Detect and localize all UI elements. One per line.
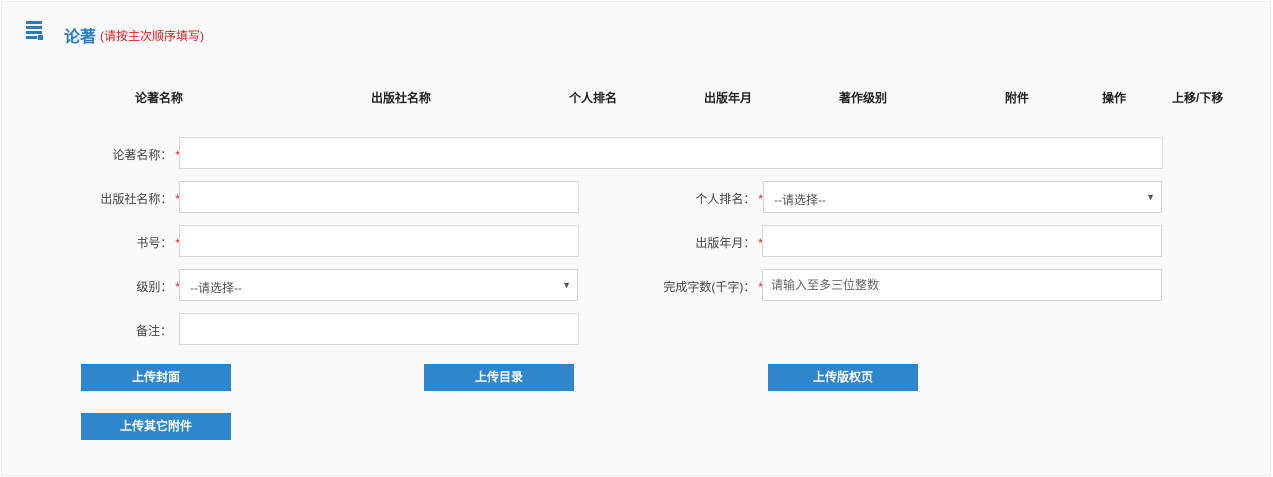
level-select[interactable]: --请选择-- ▼ (179, 269, 578, 301)
col-move: 上移/下移 (1172, 91, 1224, 105)
col-rank: 个人排名 (569, 91, 618, 105)
book-no-label: 书号： * (136, 236, 180, 250)
remark-label: 备注： (135, 324, 172, 338)
book-no-field[interactable] (179, 225, 579, 257)
section-title: 论著 (64, 29, 97, 46)
upload-cover-button[interactable]: 上传封面 (81, 364, 231, 391)
work-name-input[interactable] (180, 138, 1162, 168)
rank-select[interactable]: --请选择-- ▼ (763, 181, 1162, 213)
publisher-input[interactable] (180, 182, 578, 212)
col-pub-date: 出版年月 (704, 91, 753, 105)
word-count-field[interactable] (762, 269, 1162, 301)
col-publisher: 出版社名称 (371, 91, 432, 105)
level-label: 级别： * (136, 280, 180, 294)
remark-input[interactable] (180, 314, 578, 344)
level-select-value: --请选择-- (190, 281, 242, 295)
work-name-label: 论著名称： * (112, 148, 180, 162)
remark-field[interactable] (179, 313, 579, 345)
list-icon (26, 21, 43, 40)
rank-select-value: --请选择-- (774, 193, 826, 207)
col-work-name: 论著名称 (135, 91, 184, 105)
upload-other-button[interactable]: 上传其它附件 (81, 413, 231, 440)
works-panel: 论著 (请按主次顺序填写) 论著名称 出版社名称 个人排名 出版年月 著作级别 … (1, 1, 1271, 476)
col-action: 操作 (1102, 91, 1127, 105)
word-count-label: 完成字数(千字)： * (663, 280, 763, 294)
publisher-label: 出版社名称： * (100, 192, 180, 206)
word-count-input[interactable] (763, 270, 1161, 300)
rank-label: 个人排名： * (695, 192, 763, 206)
pub-date-input[interactable] (763, 226, 1161, 256)
upload-copyright-button[interactable]: 上传版权页 (768, 364, 918, 391)
section-subtitle: (请按主次顺序填写) (100, 29, 204, 43)
chevron-down-icon: ▼ (562, 280, 571, 290)
col-level: 著作级别 (839, 91, 888, 105)
pub-date-label: 出版年月： * (695, 236, 763, 250)
upload-toc-button[interactable]: 上传目录 (424, 364, 574, 391)
col-attachment: 附件 (1005, 91, 1030, 105)
book-no-input[interactable] (180, 226, 578, 256)
chevron-down-icon: ▼ (1146, 192, 1155, 202)
work-name-field[interactable] (179, 137, 1163, 169)
publisher-field[interactable] (179, 181, 579, 213)
pub-date-field[interactable] (762, 225, 1162, 257)
